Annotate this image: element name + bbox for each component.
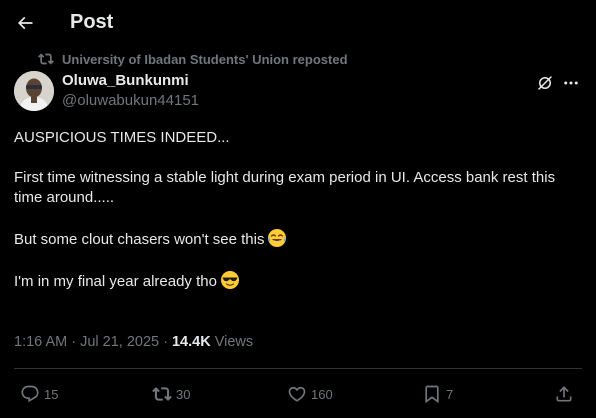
- timestamp[interactable]: 1:16 AM · Jul 21, 2025 ·: [14, 334, 172, 350]
- views-count: 14.4K: [171, 334, 211, 350]
- back-button[interactable]: [12, 10, 38, 36]
- share-icon: [556, 386, 572, 402]
- post-meta: 1:16 AM · Jul 21, 2025 · 14.4K Views: [14, 334, 253, 350]
- views-label: Views: [210, 334, 254, 350]
- repost-count: 30: [176, 386, 191, 402]
- post-text: AUSPICIOUS TIMES INDEED... First time wi…: [14, 128, 584, 292]
- share-button[interactable]: [554, 382, 574, 406]
- top-bar: Post: [0, 0, 596, 48]
- tears-of-joy-emoji-icon: [268, 229, 287, 247]
- reply-button[interactable]: 15: [20, 382, 58, 406]
- sunglasses-emoji-icon: [220, 271, 239, 289]
- divider-top: [14, 368, 582, 369]
- repost-icon: [38, 53, 54, 65]
- arrow-left-icon: [17, 16, 33, 30]
- post-line-text: But some clout chasers won't see this: [14, 231, 265, 248]
- post-line-text: First time witnessing a stable light dur…: [14, 169, 556, 206]
- post-line: First time witnessing a stable light dur…: [14, 168, 584, 208]
- bookmark-button[interactable]: 7: [422, 382, 453, 406]
- grok-button[interactable]: [534, 72, 556, 94]
- more-options-button[interactable]: [560, 72, 582, 94]
- reply-icon: [21, 385, 39, 403]
- post-line-text: AUSPICIOUS TIMES INDEED...: [14, 129, 230, 146]
- page-title: Post: [70, 11, 114, 33]
- reply-count: 15: [44, 386, 59, 402]
- author-handle[interactable]: @oluwabukun44151: [62, 92, 199, 109]
- bookmark-count: 7: [446, 386, 454, 402]
- more-icon: [564, 81, 578, 85]
- post-line: I'm in my final year already tho: [14, 270, 584, 292]
- like-count: 160: [311, 386, 333, 402]
- author-name[interactable]: Oluwa_Bunkunmi: [62, 72, 189, 89]
- post-line-text: I'm in my final year already tho: [14, 273, 217, 290]
- post-line: AUSPICIOUS TIMES INDEED...: [14, 128, 584, 148]
- bookmark-icon: [425, 385, 439, 404]
- repost-button[interactable]: 30: [152, 382, 190, 406]
- heart-icon: [288, 386, 306, 402]
- repost-icon: [152, 387, 172, 401]
- repost-label: University of Ibadan Students' Union rep…: [62, 51, 348, 67]
- like-button[interactable]: 160: [287, 382, 333, 406]
- grok-icon: [538, 76, 552, 90]
- repost-indicator[interactable]: University of Ibadan Students' Union rep…: [38, 50, 348, 68]
- profile-photo-icon: [14, 71, 54, 111]
- post-line: But some clout chasers won't see this: [14, 228, 584, 250]
- avatar[interactable]: [14, 71, 54, 111]
